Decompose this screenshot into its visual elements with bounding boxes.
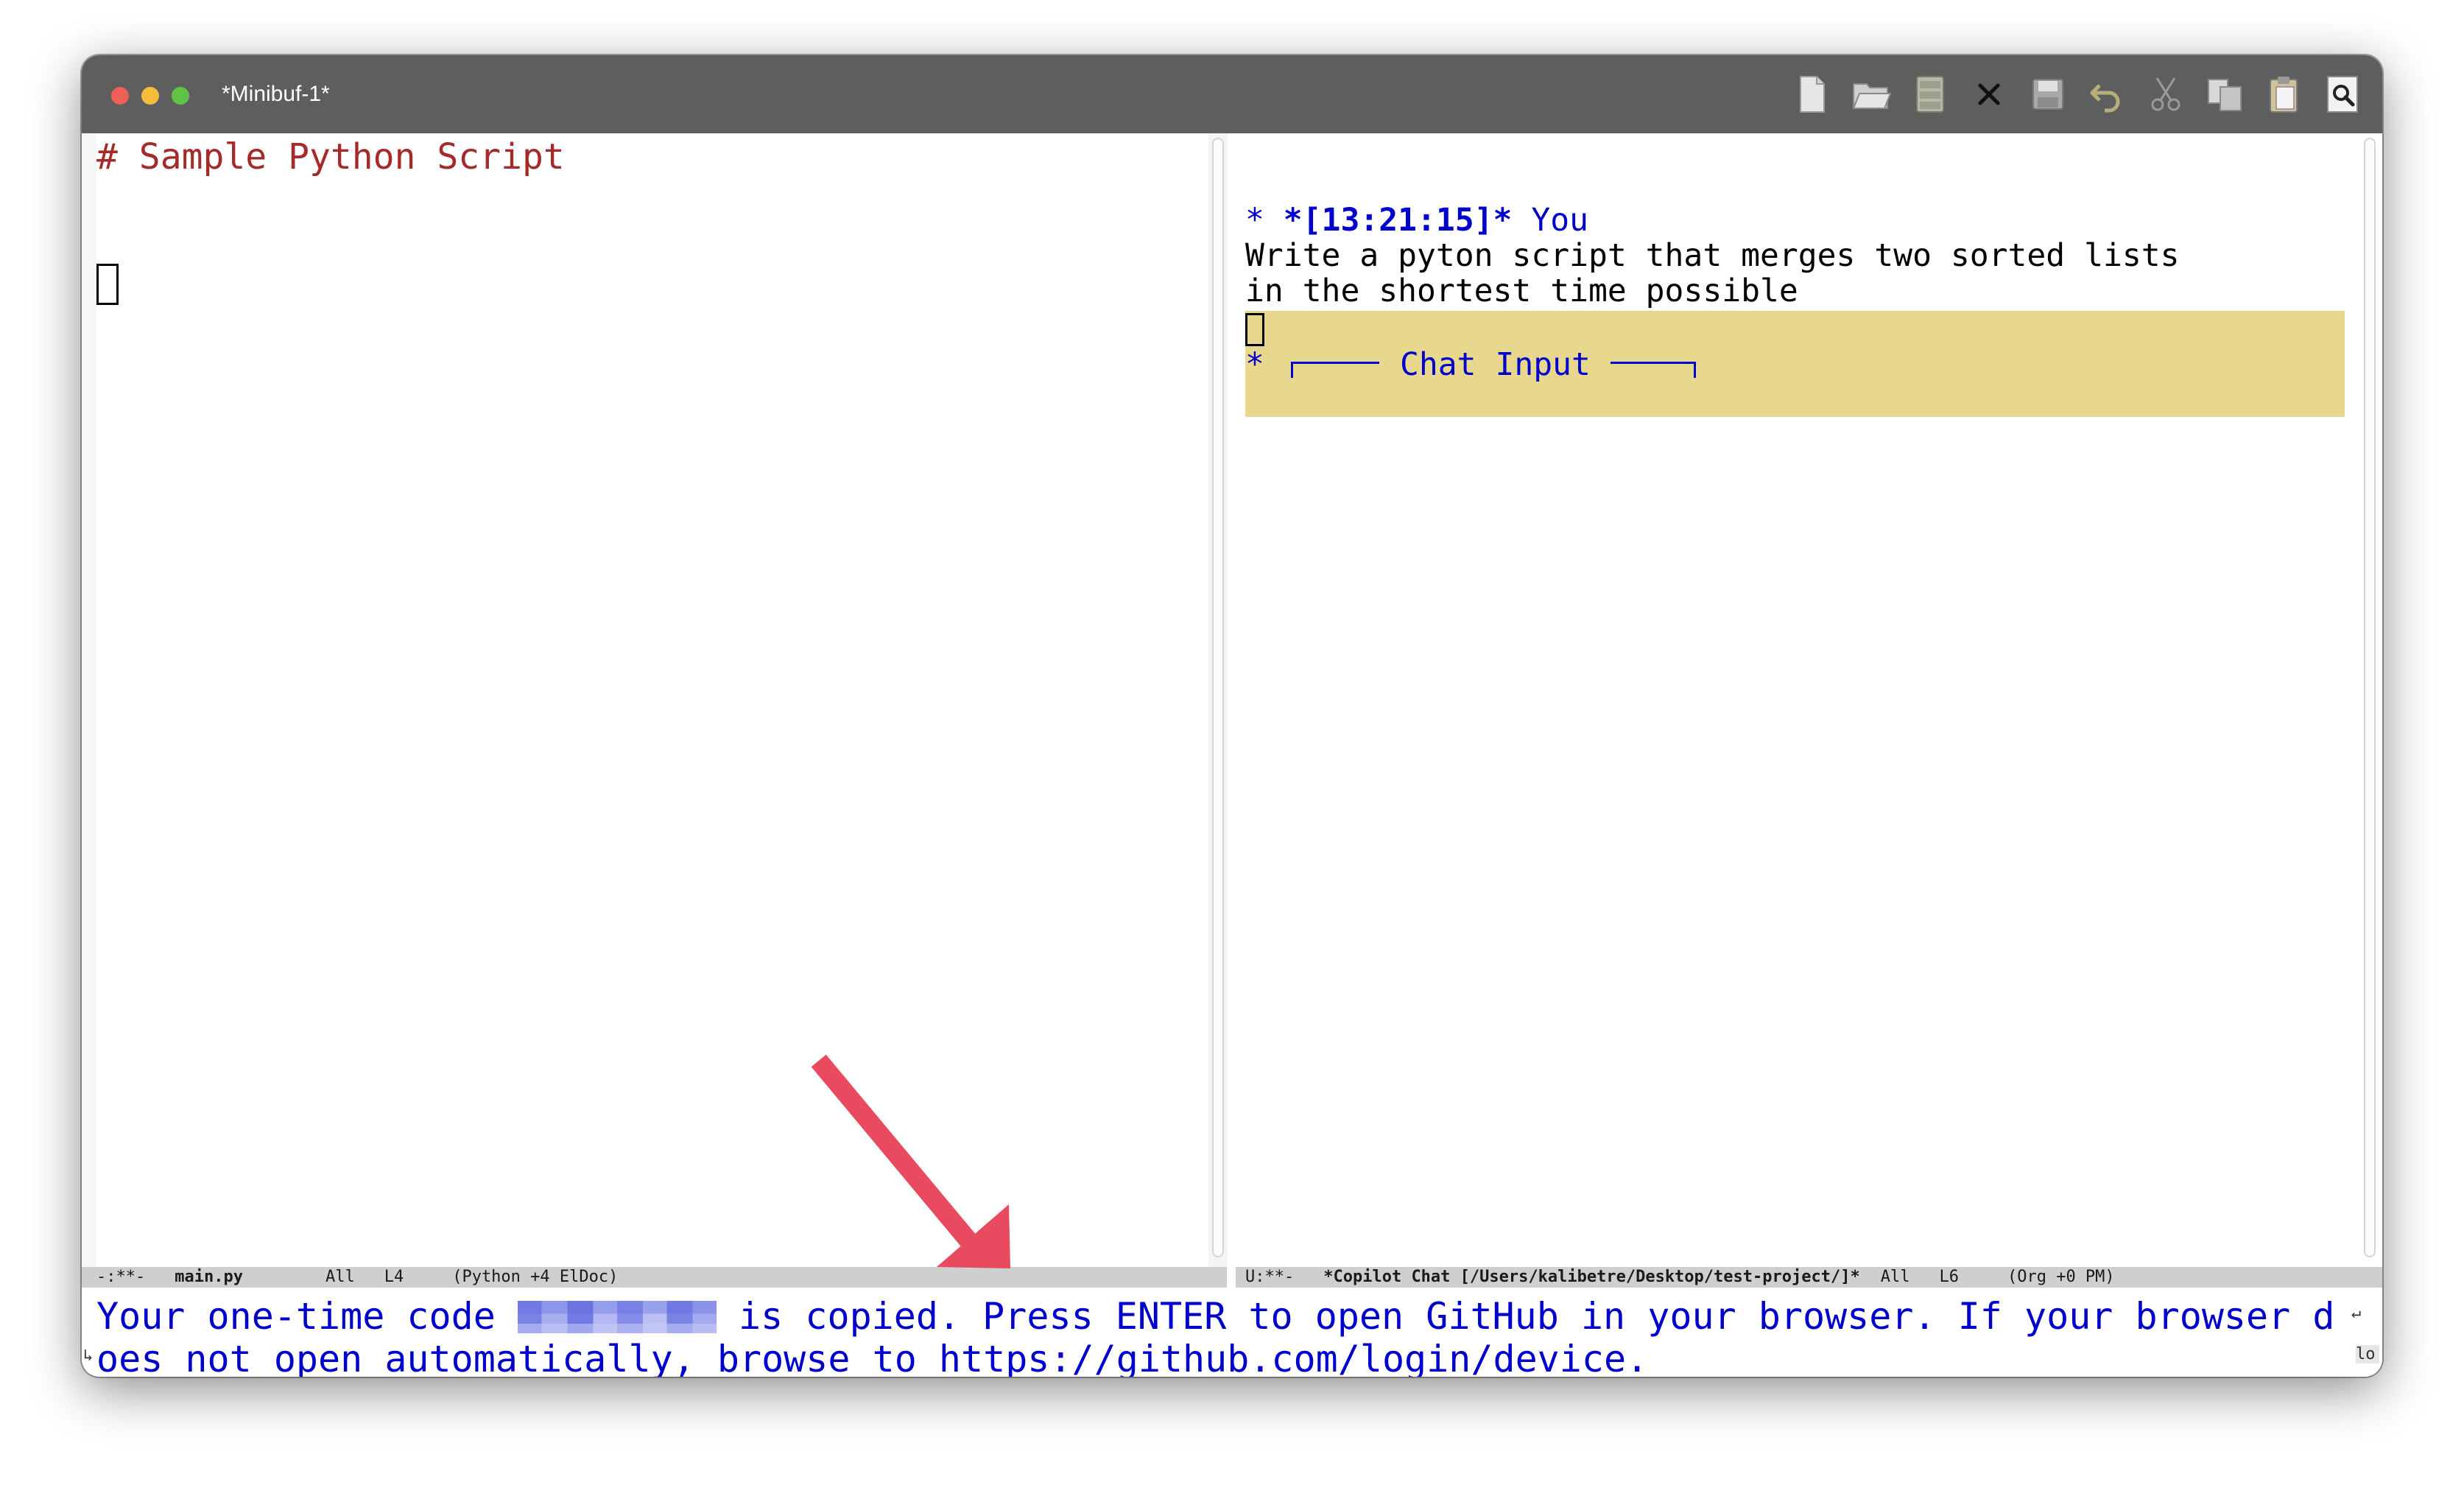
chat-input-frame-left-tick: [1291, 362, 1293, 378]
cut-icon: [2151, 77, 2180, 111]
window-divider: [1228, 133, 1242, 1268]
echo-continuation-right: ↵: [2351, 1304, 2362, 1322]
chat-input-star: *: [1245, 346, 1264, 383]
right-scrollbar-thumb[interactable]: [2364, 138, 2376, 1257]
chat-input-frame-right: [1611, 362, 1696, 364]
echo-continuation-left: ↳: [83, 1347, 94, 1365]
left-scrollbar[interactable]: [1208, 133, 1228, 1268]
chat-message-header: * *[13:21:15]* You: [1245, 203, 1588, 238]
redacted-code: [517, 1301, 717, 1333]
open-folder-button[interactable]: [1848, 71, 1895, 118]
close-window-button[interactable]: [111, 87, 129, 105]
title-bar[interactable]: *Minibuf-1*: [82, 55, 2382, 133]
new-file-icon: [1800, 76, 1825, 113]
open-folder-icon: [1852, 83, 1892, 109]
chat-input-frame-right-tick: [1694, 362, 1696, 378]
echo-fringe-box: lo: [2356, 1345, 2379, 1363]
left-scrollbar-thumb[interactable]: [1212, 138, 1224, 1257]
undo-icon: [2090, 84, 2120, 113]
modeline-right-buffer: *Copilot Chat [/Users/kalibetre/Desktop/…: [1323, 1268, 1860, 1286]
right-scrollbar[interactable]: [2360, 133, 2379, 1268]
code-comment-line: # Sample Python Script: [96, 136, 565, 178]
undo-button[interactable]: [2083, 71, 2130, 118]
modeline-left-buffer: main.py: [175, 1268, 243, 1286]
chat-cursor: [1245, 313, 1264, 346]
modeline-right-position: All: [1880, 1268, 1910, 1286]
modeline-main-py[interactable]: -:**- main.py All L4 (Python +4 ElDoc): [82, 1267, 1227, 1288]
copy-icon: [2208, 79, 2242, 111]
chat-input-label: Chat Input: [1400, 346, 1591, 383]
cut-button[interactable]: [2142, 71, 2189, 118]
save-button[interactable]: [2024, 71, 2071, 118]
echo-area: Your one-time code is copied. Press ENTE…: [82, 1288, 2382, 1377]
chat-header-user: You: [1512, 202, 1589, 239]
chat-message-line-1: Write a pyton script that merges two sor…: [1245, 237, 2180, 274]
window-title: *Minibuf-1*: [222, 82, 330, 106]
zoom-window-button[interactable]: [172, 87, 189, 105]
modeline-divider: [1227, 1267, 1236, 1288]
modeline-right-line: L6: [1939, 1268, 1959, 1286]
modeline-left-status: -:**-: [96, 1268, 146, 1286]
toolbar: [1789, 70, 2366, 119]
chat-header-prefix: *: [1245, 202, 1284, 239]
paste-button[interactable]: [2260, 71, 2307, 118]
search-button[interactable]: [2319, 71, 2366, 118]
search-icon: [2327, 76, 2358, 113]
echo-text-prefix: Your one-time code: [96, 1295, 518, 1338]
new-file-button[interactable]: [1789, 71, 1836, 118]
modeline-left-position: All: [325, 1268, 355, 1286]
editor-cursor: [96, 264, 119, 305]
modeline-left-line: L4: [384, 1268, 404, 1286]
save-icon: [2032, 79, 2063, 110]
close-icon: [1978, 83, 2000, 105]
modeline-copilot-chat[interactable]: U:**- *Copilot Chat [/Users/kalibetre/Des…: [1236, 1267, 2382, 1288]
echo-message-line-1: Your one-time code is copied. Press ENTE…: [96, 1295, 2334, 1338]
left-fringe: [82, 133, 96, 1268]
emacs-window: *Minibuf-1* # Sample Python Script * *[1…: [82, 55, 2382, 1377]
chat-header-time: *[13:21:15]*: [1283, 202, 1513, 239]
echo-text-suffix: is copied. Press ENTER to open GitHub in…: [716, 1295, 2335, 1338]
modeline-right-status: U:**-: [1245, 1268, 1295, 1286]
paste-icon: [2270, 77, 2298, 113]
dired-icon: [1916, 76, 1944, 113]
close-buffer-button[interactable]: [1965, 71, 2013, 118]
chat-message-line-2: in the shortest time possible: [1245, 273, 1798, 309]
dired-button[interactable]: [1907, 71, 1954, 118]
editor-pane-main-py[interactable]: [96, 133, 1223, 1268]
modeline-left-modes: (Python +4 ElDoc): [452, 1268, 619, 1286]
modeline-right-modes: (Org +0 PM): [2007, 1268, 2115, 1286]
copy-button[interactable]: [2201, 71, 2248, 118]
chat-input-frame-left: [1291, 362, 1379, 364]
minimize-window-button[interactable]: [141, 87, 159, 105]
